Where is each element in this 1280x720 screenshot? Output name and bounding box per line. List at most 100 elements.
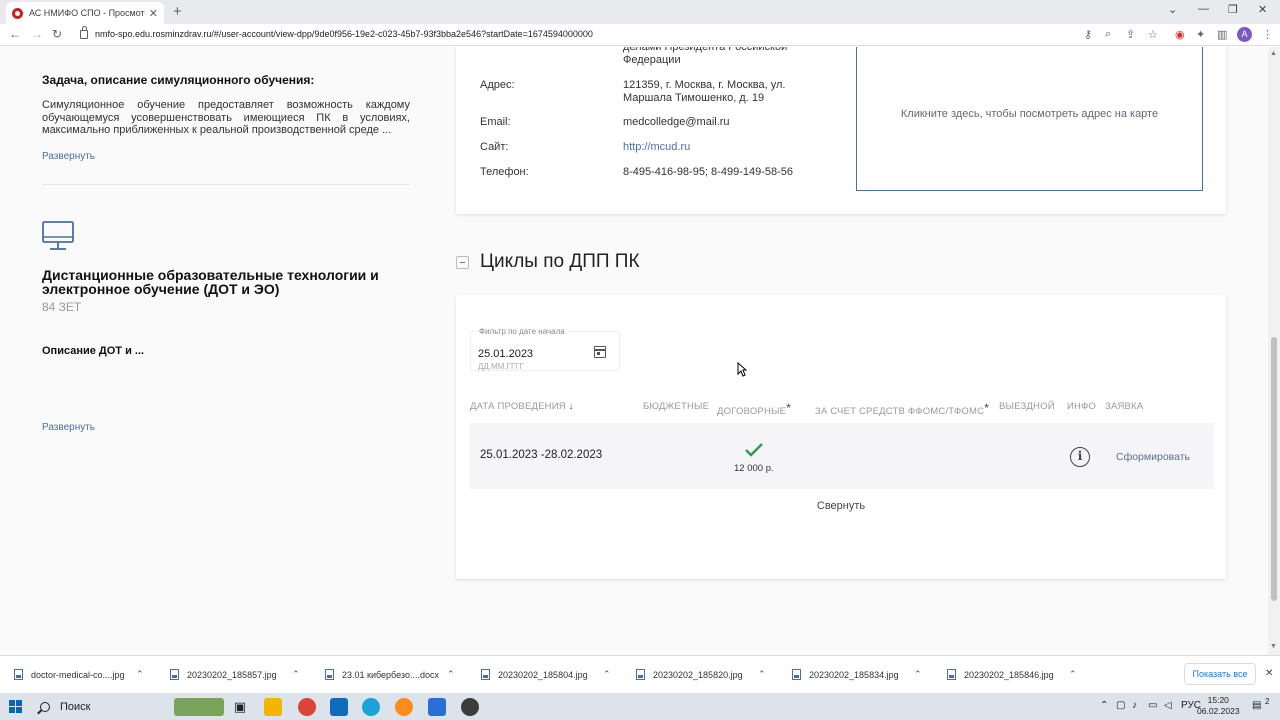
scroll-up-icon[interactable]: ▲ <box>1270 50 1277 57</box>
dot-description: Описание ДОТ и ... <box>42 345 145 357</box>
create-request-link[interactable]: Сформировать <box>1116 451 1190 463</box>
reload-icon[interactable]: ↻ <box>52 27 62 41</box>
contract-price: 12 000 р. <box>734 463 774 474</box>
column-header-foms: ЗА СЧЕТ СРЕДСТВ ФФОМС/ТФОМС* <box>815 401 990 417</box>
map-box[interactable]: Кликните здесь, чтобы посмотреть адрес н… <box>856 47 1203 191</box>
browser-app-icon[interactable] <box>395 698 413 716</box>
collapse-section-icon[interactable] <box>456 255 469 269</box>
clock-time: 15:20 <box>1207 695 1229 705</box>
chevron-up-icon[interactable]: ⌃ <box>914 669 922 680</box>
chevron-up-icon[interactable]: ⌃ <box>136 669 144 680</box>
back-icon[interactable]: ← <box>9 27 21 41</box>
info-icon[interactable]: i <box>1070 447 1090 467</box>
key-icon[interactable]: ⚷ <box>1084 28 1092 41</box>
map-hint: Кликните здесь, чтобы посмотреть адрес н… <box>900 107 1159 120</box>
email-value[interactable]: medcolledge@mail.ru <box>623 116 813 129</box>
browser-tab[interactable]: АС НМИФО СПО - Просмотр Д ✕ <box>6 2 164 24</box>
cycles-card: Фильтр по дате начала 25.01.2023 ДД.ММ.Г… <box>456 295 1226 579</box>
bookmark-star-icon[interactable]: ☆ <box>1148 28 1158 41</box>
dot-section-title: Дистанционные образовательные технологии… <box>42 267 379 297</box>
organization-info-card: делами Президента Российской Федерации А… <box>456 47 1226 214</box>
file-icon <box>170 669 179 680</box>
tab-close-icon[interactable]: ✕ <box>149 7 158 20</box>
extensions-puzzle-icon[interactable]: ✦ <box>1196 28 1205 41</box>
table-row: 25.01.2023 -28.02.2023 12 000 р. i Сформ… <box>470 423 1214 489</box>
start-date-filter-input[interactable]: 25.01.2023 <box>478 348 533 360</box>
collapse-link[interactable]: Свернуть <box>456 500 1226 512</box>
email-label: Email: <box>480 116 511 128</box>
calendar-icon[interactable] <box>594 346 606 358</box>
new-tab-icon[interactable]: + <box>173 3 182 20</box>
tray-chevron-icon[interactable]: ⌃ <box>1100 700 1108 711</box>
chevron-up-icon[interactable]: ⌃ <box>758 669 766 680</box>
restore-icon[interactable]: ❐ <box>1228 3 1238 16</box>
share-icon[interactable]: ⇪ <box>1126 28 1135 41</box>
chrome-icon[interactable] <box>298 698 316 716</box>
file-explorer-icon[interactable] <box>264 698 282 716</box>
monitor-icon <box>42 221 74 250</box>
download-item[interactable]: 20230202_185846.jpg ⌃ <box>947 669 1077 680</box>
download-item[interactable]: 20230202_185820.jpg ⌃ <box>636 669 766 680</box>
edge-icon[interactable] <box>362 698 380 716</box>
page-scrollbar[interactable]: ▲ ▼ <box>1268 47 1280 655</box>
tab-title: АС НМИФО СПО - Просмотр Д <box>29 8 145 18</box>
notifications-count: 2 <box>1265 697 1270 706</box>
volume-icon[interactable]: ◁ <box>1164 700 1172 711</box>
organization-name-tail: делами Президента Российской Федерации <box>623 47 788 66</box>
download-item[interactable]: 20230202_185834.jpg ⌃ <box>792 669 922 680</box>
tab-search-icon[interactable]: ⌄ <box>1168 3 1177 16</box>
site-link[interactable]: http://mcud.ru <box>623 141 813 154</box>
chevron-up-icon[interactable]: ⌃ <box>447 669 455 680</box>
download-item[interactable]: doctor-medical-co....jpg ⌃ <box>14 669 144 680</box>
windows-taskbar: Поиск ▣ ⌃ ▢ ♪ ▭ ◁ РУС 15:20 06.02.2023 ▤… <box>0 693 1280 720</box>
download-item[interactable]: 23.01 кибербезо....docx ⌃ <box>325 669 455 680</box>
column-header-date[interactable]: ДАТА ПРОВЕДЕНИЯ ↓ <box>470 401 574 412</box>
simulation-task-text: Симуляционное обучение предоставляет воз… <box>42 99 410 136</box>
minimize-icon[interactable]: — <box>1198 3 1209 15</box>
chevron-up-icon[interactable]: ⌃ <box>292 669 300 680</box>
app-icon[interactable] <box>461 698 479 716</box>
mail-icon[interactable] <box>330 698 348 716</box>
address-bar[interactable]: nmfo-spo.edu.rosminzdrav.ru/#/user-accou… <box>95 29 593 39</box>
scroll-down-icon[interactable]: ▼ <box>1270 643 1277 650</box>
file-icon <box>325 669 334 680</box>
task-view-icon[interactable]: ▣ <box>231 698 249 716</box>
column-header-offsite: ВЫЕЗДНОЙ <box>999 401 1055 412</box>
scroll-thumb[interactable] <box>1271 337 1277 601</box>
download-item[interactable]: 20230202_185857.jpg ⌃ <box>170 669 300 680</box>
clock[interactable]: 15:20 06.02.2023 <box>1197 695 1240 717</box>
cycles-section-header: Циклы по ДПП ПК <box>456 251 640 273</box>
browser-tab-strip: АС НМИФО СПО - Просмотр Д ✕ + ⌄ — ❐ ✕ <box>0 0 1280 24</box>
address-label: Адрес: <box>480 79 515 91</box>
zoom-icon[interactable]: ⌕ <box>1105 28 1111 41</box>
battery-icon[interactable]: ▭ <box>1148 700 1157 711</box>
forward-icon[interactable]: → <box>31 27 43 41</box>
cycle-dates: 25.01.2023 -28.02.2023 <box>480 449 603 461</box>
window-close-icon[interactable]: ✕ <box>1258 3 1267 16</box>
expand-simulation-link[interactable]: Развернуть <box>42 151 95 162</box>
mic-icon[interactable]: ♪ <box>1132 700 1137 711</box>
close-downloads-icon[interactable]: ✕ <box>1265 668 1273 679</box>
side-panel-icon[interactable]: ▥ <box>1217 28 1227 41</box>
phone-value: 8-495-416-98-95; 8-499-149-58-56 <box>623 166 794 178</box>
chevron-up-icon[interactable]: ⌃ <box>1069 669 1077 680</box>
windows-start-icon[interactable] <box>9 700 22 713</box>
show-all-downloads-button[interactable]: Показать все <box>1184 663 1256 685</box>
start-date-filter[interactable]: Фильтр по дате начала 25.01.2023 ДД.ММ.Г… <box>470 327 620 371</box>
tray-app-icon[interactable]: ▢ <box>1116 700 1125 711</box>
sort-arrow-icon[interactable]: ↓ <box>569 401 574 411</box>
notifications-icon[interactable]: ▤ <box>1252 700 1261 711</box>
browser-toolbar: ← → ↻ nmfo-spo.edu.rosminzdrav.ru/#/user… <box>0 24 1280 46</box>
lock-icon[interactable] <box>80 26 88 39</box>
browser-menu-icon[interactable]: ⋮ <box>1262 28 1273 41</box>
profile-avatar[interactable]: A <box>1237 27 1252 42</box>
page-content: Задача, описание симуляционного обучения… <box>0 47 1268 655</box>
remote-desktop-icon[interactable] <box>428 698 446 716</box>
cycles-section-title: Циклы по ДПП ПК <box>480 251 640 272</box>
chevron-up-icon[interactable]: ⌃ <box>603 669 611 680</box>
extension-red-icon[interactable]: ◉ <box>1175 28 1185 41</box>
column-header-info: ИНФО <box>1067 401 1097 412</box>
search-icon <box>40 701 50 712</box>
expand-dot-link[interactable]: Развернуть <box>42 422 95 433</box>
download-item[interactable]: 20230202_185804.jpg ⌃ <box>481 669 611 680</box>
